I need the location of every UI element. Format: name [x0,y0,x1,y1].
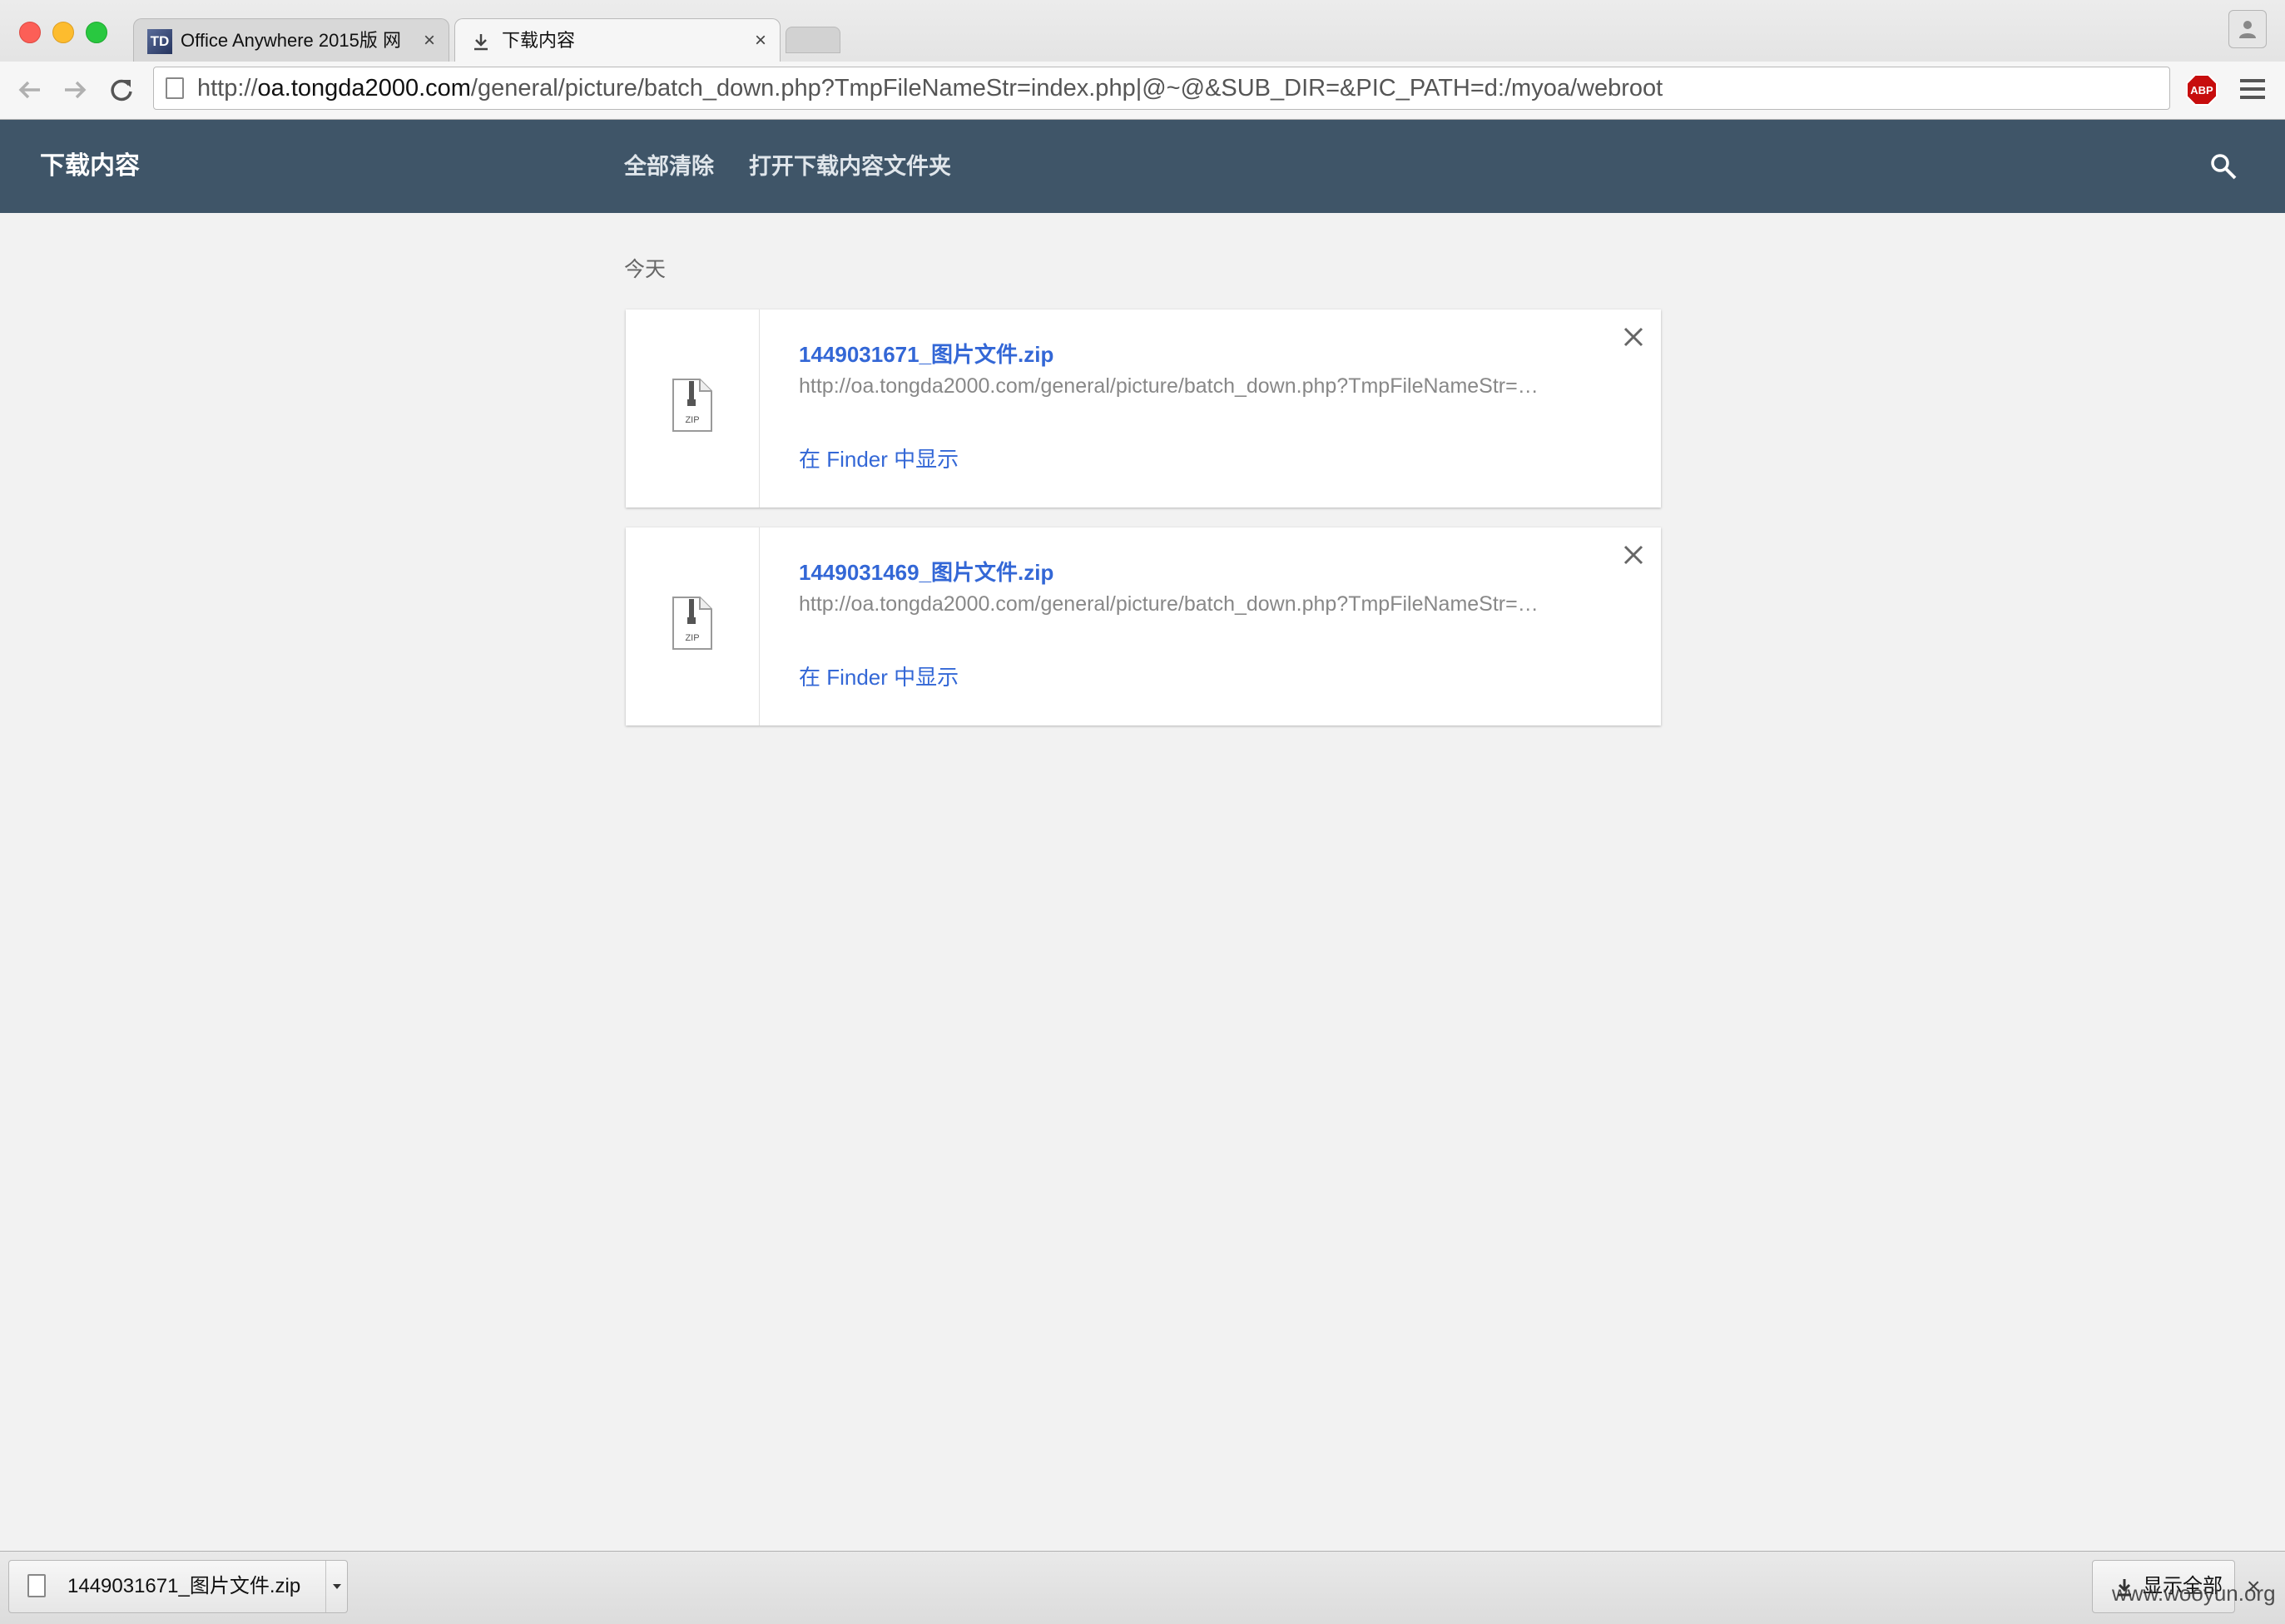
source-url: http://oa.tongda2000.com/general/picture… [799,592,1539,616]
window-minimize-button[interactable] [52,22,74,43]
tab-strip: TD Office Anywhere 2015版 网 × 下载内容 × [0,0,2285,62]
zip-file-icon: ZIP [672,597,712,650]
tab-office-anywhere[interactable]: TD Office Anywhere 2015版 网 × [133,18,449,62]
tab-downloads[interactable]: 下载内容 × [454,18,781,62]
menu-icon[interactable] [2238,77,2267,102]
profile-button[interactable] [2228,10,2267,48]
file-icon-area: ZIP [626,309,760,508]
close-icon[interactable]: × [424,19,435,62]
browser-toolbar: http://oa.tongda2000.com/general/picture… [0,62,2285,120]
open-downloads-folder-button[interactable]: 打开下载内容文件夹 [749,120,951,213]
close-icon[interactable] [1621,542,1646,567]
download-item: ZIP 1449031671_图片文件.zip http://oa.tongda… [626,309,1661,508]
show-in-finder-link[interactable]: 在 Finder 中显示 [799,443,959,473]
close-icon[interactable] [1621,324,1646,349]
shelf-download-item[interactable]: 1449031671_图片文件.zip [8,1560,348,1613]
reload-icon[interactable] [105,73,138,106]
search-icon[interactable] [2208,151,2238,181]
download-icon [474,34,488,51]
forward-arrow-icon[interactable] [58,73,92,106]
adblock-plus-icon[interactable]: ABP [2185,73,2218,106]
show-in-finder-link[interactable]: 在 Finder 中显示 [799,661,959,691]
shelf-file-name: 1449031671_图片文件.zip [67,1575,301,1597]
file-icon-area: ZIP [626,527,760,725]
url-path: /general/picture/batch_down.php?TmpFileN… [470,75,1663,102]
url-text[interactable]: http://oa.tongda2000.com/general/picture… [197,67,1663,109]
download-shelf: 1449031671_图片文件.zip 显示全部 × [0,1551,2285,1624]
download-item: ZIP 1449031469_图片文件.zip http://oa.tongda… [626,527,1661,725]
tab-title: Office Anywhere 2015版 网 [181,30,401,51]
clear-all-button[interactable]: 全部清除 [624,120,714,213]
downloads-header: 下载内容 全部清除 打开下载内容文件夹 [0,120,2285,213]
watermark: www.wooyun.org [2112,1581,2276,1606]
window-zoom-button[interactable] [86,22,107,43]
svg-text:ZIP: ZIP [685,633,699,643]
address-bar[interactable]: http://oa.tongda2000.com/general/picture… [153,67,2170,110]
svg-text:ZIP: ZIP [685,415,699,425]
svg-text:ABP: ABP [2190,84,2213,97]
close-icon[interactable]: × [755,19,766,62]
back-arrow-icon[interactable] [13,73,47,106]
browser-chrome: TD Office Anywhere 2015版 网 × 下载内容 × http… [0,0,2285,120]
tab-favicon: TD [147,29,172,54]
file-name-link[interactable]: 1449031469_图片文件.zip [799,556,1053,587]
file-icon [27,1574,46,1597]
date-section-label: 今天 [624,258,667,281]
page-icon [166,77,184,99]
chevron-down-icon[interactable] [325,1561,348,1612]
tab-title: 下载内容 [502,30,576,51]
page-title: 下载内容 [40,152,140,180]
new-tab-button[interactable] [786,27,840,53]
url-scheme: http:// [197,75,258,102]
person-icon [2239,21,2256,38]
source-url: http://oa.tongda2000.com/general/picture… [799,374,1539,398]
window-close-button[interactable] [19,22,41,43]
zip-file-icon: ZIP [672,379,712,432]
url-host: oa.tongda2000.com [257,75,471,102]
file-name-link[interactable]: 1449031671_图片文件.zip [799,338,1053,369]
